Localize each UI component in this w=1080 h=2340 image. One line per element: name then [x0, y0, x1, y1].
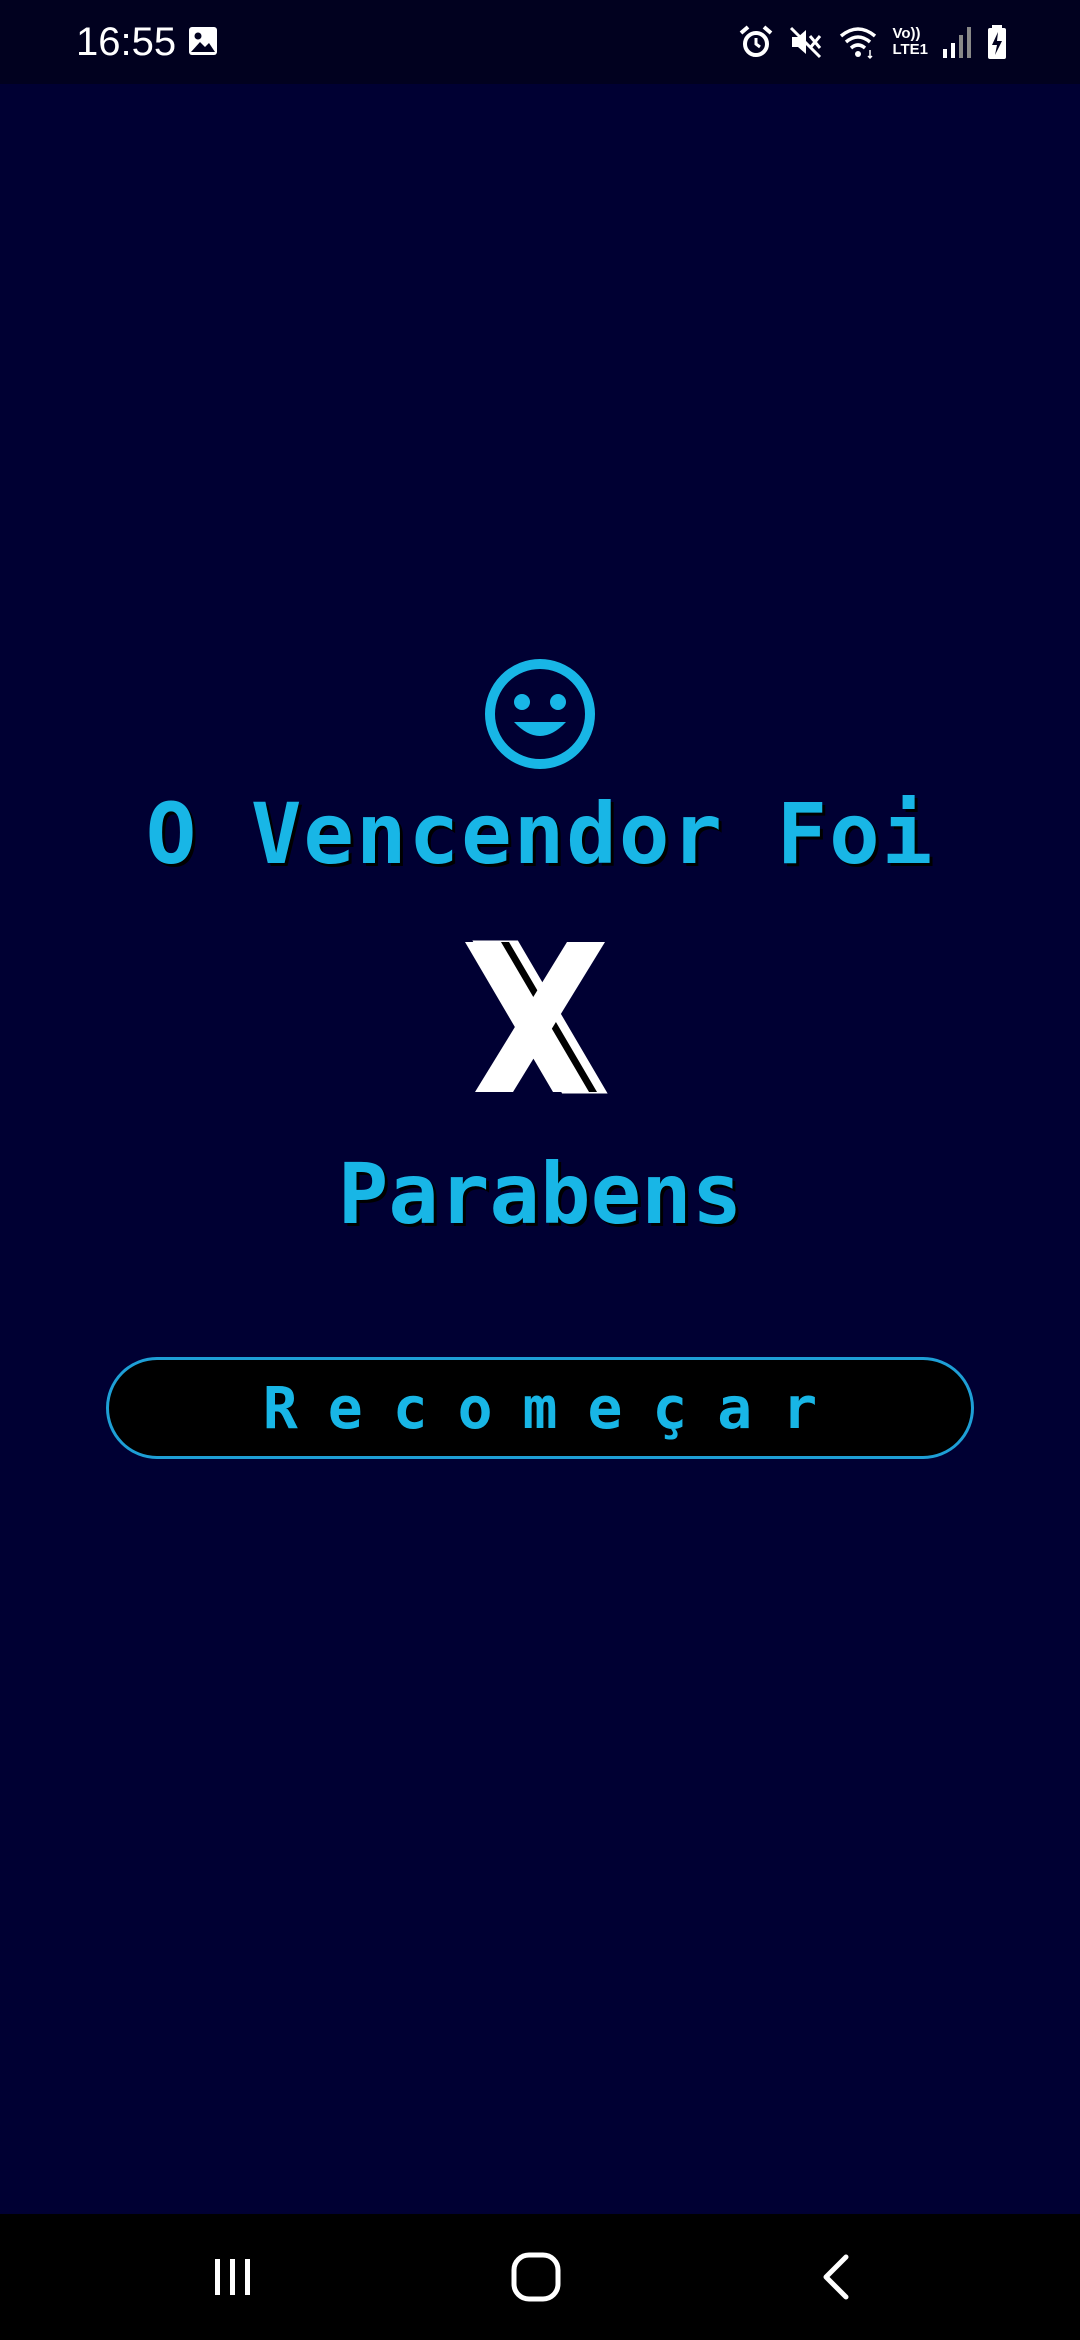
- home-button[interactable]: [503, 2244, 569, 2310]
- status-time: 16:55: [76, 20, 177, 64]
- image-icon: [189, 27, 217, 55]
- navigation-bar: [0, 2214, 1080, 2340]
- back-button[interactable]: [805, 2244, 871, 2310]
- lte-label: LTE1: [892, 41, 928, 58]
- signal-icon: [943, 27, 971, 58]
- wifi-icon: [840, 27, 877, 60]
- back-icon: [823, 2254, 849, 2300]
- alarm-icon: [740, 25, 773, 57]
- battery-charging-icon: [988, 25, 1006, 59]
- restart-button[interactable]: Recomeçar: [106, 1357, 974, 1459]
- recent-apps-icon: [215, 2259, 250, 2295]
- volte-icon: Vo)) LTE1: [892, 26, 928, 58]
- smiley-icon: [485, 659, 595, 769]
- game-over-screen: O Vencendor Foi Parabens Recomeçar: [0, 84, 1080, 2214]
- congrats-text: Parabens: [337, 1145, 743, 1243]
- winner-heading: O Vencendor Foi: [145, 785, 935, 883]
- home-icon: [511, 2252, 561, 2302]
- status-bar: 16:55 Vo)) LTE1: [0, 0, 1080, 84]
- mute-icon: [790, 26, 822, 59]
- status-icons: Vo)) LTE1: [738, 20, 1008, 64]
- winner-x-symbol: [465, 940, 608, 1094]
- volte-label: Vo)): [892, 25, 921, 42]
- restart-button-label: Recomeçar: [262, 1374, 848, 1442]
- recent-apps-button[interactable]: [200, 2244, 266, 2310]
